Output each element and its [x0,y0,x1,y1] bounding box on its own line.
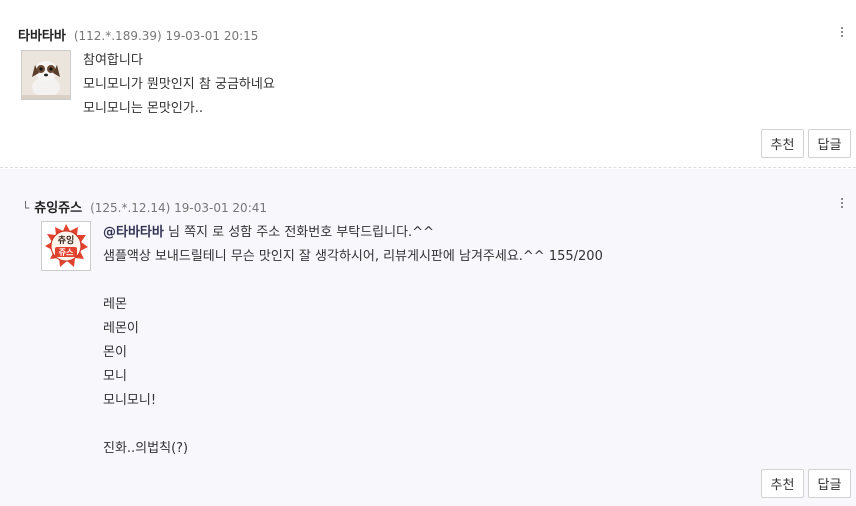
comment-line: 참여합니다 [83,53,143,68]
comment-line: 레몬 [103,297,127,312]
reply-arrow-icon: └ [22,201,30,215]
comment-line-first: @타바타바 님 쪽지 로 성함 주소 전화번호 부탁드립니다.^^ [103,221,603,245]
mention-link[interactable]: @타바타바 [103,225,164,240]
comment-meta: (125.*.12.14) 19-03-01 20:41 [90,201,268,215]
comment-meta: (112.*.189.39) 19-03-01 20:15 [73,29,259,43]
reply-button[interactable]: 답글 [808,469,851,498]
comment-line: 몬이 [103,345,127,360]
comment-line: 레몬이 [103,321,139,336]
comment-author[interactable]: 타바타바 [18,25,66,44]
more-options-icon[interactable] [835,24,849,40]
juice-logo-avatar-image: 츄잉 쥬스 [42,222,90,270]
comment-text: 님 쪽지 로 성함 주소 전화번호 부탁드립니다.^^ [163,225,434,240]
dog-avatar-image [22,51,70,99]
comment-header: 타바타바 (112.*.189.39) 19-03-01 20:15 [18,25,258,44]
comment-line: 샘플액상 보내드릴테니 무슨 맛인지 잘 생각하시어, 리뷰게시판에 남겨주세요… [103,249,603,264]
recommend-button[interactable]: 추천 [761,469,804,498]
recommend-button[interactable]: 추천 [761,129,804,158]
comment-body: @타바타바 님 쪽지 로 성함 주소 전화번호 부탁드립니다.^^ 샘플액상 보… [103,221,603,461]
comment-header: └ 츄잉쥬스 (125.*.12.14) 19-03-01 20:41 [22,197,267,216]
avatar [21,50,71,100]
comment-line: 모니 [103,369,127,384]
comment-author[interactable]: 츄잉쥬스 [34,197,82,216]
comment-line: 모니모니! [103,393,157,408]
comment-item: 타바타바 (112.*.189.39) 19-03-01 20:15 참여합니다… [0,0,856,168]
comment-line: 모니모니는 몬맛인가.. [83,101,204,116]
logo-text-top: 츄잉 [58,234,75,246]
avatar: 츄잉 쥬스 [41,221,91,271]
reply-button[interactable]: 답글 [808,129,851,158]
logo-text-bottom: 쥬스 [59,248,74,257]
more-options-icon[interactable] [835,195,849,211]
reply-comment-item: └ 츄잉쥬스 (125.*.12.14) 19-03-01 20:41 츄잉 쥬… [0,169,856,506]
comment-body: 참여합니다 모니모니가 뭔맛인지 참 궁금하네요 모니모니는 몬맛인가.. [83,49,275,121]
comment-line: 모니모니가 뭔맛인지 참 궁금하네요 [83,77,275,92]
comment-line: 진화..의법칙(?) [103,441,189,456]
